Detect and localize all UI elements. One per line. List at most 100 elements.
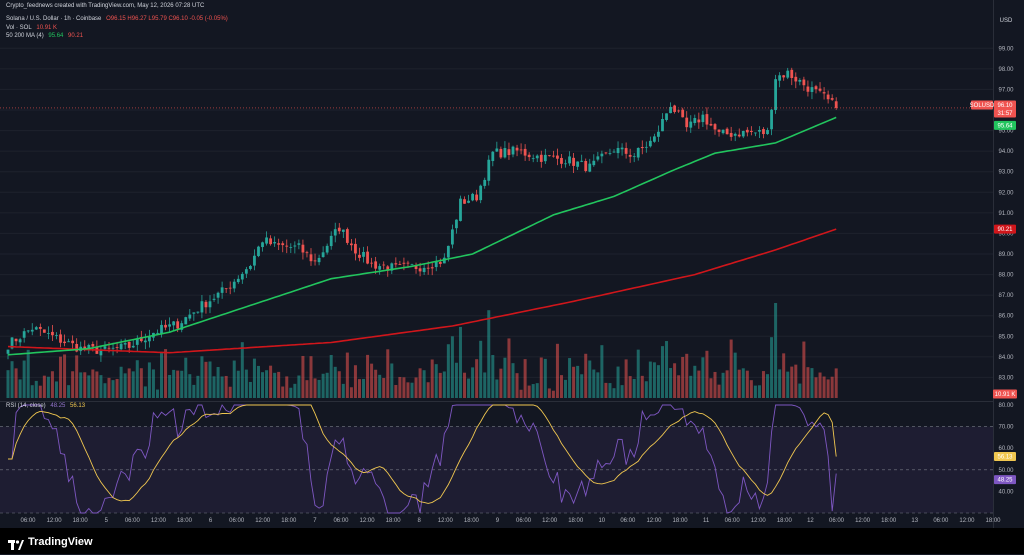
volume-bar: [782, 353, 786, 398]
volume-bar: [454, 362, 458, 398]
time-tick-label: 06:00: [933, 518, 949, 524]
volume-bar: [568, 358, 572, 398]
volume-bar: [176, 370, 180, 398]
candle-body: [612, 151, 616, 153]
time-tick-label: 18:00: [386, 518, 402, 524]
volume-bar: [269, 365, 273, 398]
candle-body: [273, 242, 277, 244]
candle-body: [333, 229, 337, 236]
volume-bar: [729, 339, 733, 398]
volume-bar: [463, 372, 467, 398]
candle-body: [156, 332, 159, 334]
volume-bar: [172, 369, 176, 398]
time-tick-label: 12:00: [360, 518, 376, 524]
volume-bar: [115, 378, 119, 398]
candle-body: [774, 79, 777, 111]
volume-bar: [46, 376, 50, 398]
time-tick-label: 18:00: [777, 518, 793, 524]
footer-bar: TradingView: [0, 528, 1024, 554]
volume-badge: 10.91 K: [993, 389, 1017, 399]
candle-body: [99, 350, 103, 356]
candle-body: [733, 133, 737, 136]
volume-bar: [6, 370, 10, 398]
volume-bar: [160, 352, 164, 398]
candle-body: [244, 269, 248, 274]
volume-bar: [63, 354, 67, 398]
tradingview-logo[interactable]: TradingView: [8, 536, 93, 550]
volume-bar: [604, 382, 608, 398]
volume-bar: [362, 378, 366, 398]
time-tick-label: 06:00: [20, 518, 36, 524]
volume-bar: [551, 390, 555, 398]
candle-body: [556, 155, 559, 159]
candle-body: [523, 148, 527, 156]
candle-body: [459, 198, 462, 221]
candle-body: [216, 292, 220, 298]
volume-bar: [410, 382, 414, 398]
candle-body: [131, 345, 135, 348]
volume-bar: [709, 378, 713, 398]
candle-body: [834, 101, 838, 108]
volume-bar: [434, 364, 438, 398]
candle-body: [51, 331, 54, 336]
symbol-legend[interactable]: Solana / U.S. Dollar · 1h · Coinbase O96…: [6, 16, 231, 22]
volume-bar: [414, 377, 418, 398]
candle-body: [802, 79, 806, 86]
rsi-badge: 48.25: [994, 475, 1016, 485]
volume-bar: [495, 379, 499, 398]
candle-body: [172, 321, 176, 326]
volume-bar: [228, 386, 232, 398]
candle-body: [240, 273, 244, 280]
volume-bar: [220, 376, 224, 398]
volume-label: Vol · SOL: [6, 25, 32, 31]
candle-body: [685, 117, 689, 128]
volume-bar: [293, 383, 297, 398]
candle-body: [580, 160, 584, 162]
price-chart[interactable]: 83.0084.0085.0086.0087.0088.0089.0090.00…: [0, 0, 1024, 528]
rsi-band: [0, 426, 993, 513]
candle-body: [297, 243, 301, 245]
volume-bar: [135, 360, 139, 398]
volume-bar: [786, 371, 790, 398]
ohlc-values: O96.15 H96.27 L95.79 C96.10 -0.05 (-0.05…: [106, 16, 228, 22]
candle-body: [148, 336, 151, 342]
volume-bar: [406, 382, 410, 398]
candle-body: [394, 263, 398, 265]
candle-body: [653, 136, 656, 142]
volume-legend[interactable]: Vol · SOL 10.91 K: [6, 25, 60, 31]
time-tick-label: 13: [911, 518, 918, 524]
candle-body: [455, 219, 458, 229]
volume-bar: [717, 384, 721, 398]
volume-bar: [426, 382, 430, 398]
price-axis-border: [993, 0, 994, 528]
candle-body: [354, 243, 357, 254]
candle-body: [572, 157, 575, 166]
volume-bar: [42, 375, 46, 398]
candle-body: [584, 160, 588, 171]
candle-body: [345, 229, 349, 243]
rsi-legend[interactable]: RSI (14, close) 48.25 56.13: [6, 403, 88, 409]
candle-body: [301, 244, 305, 253]
candle-body: [640, 146, 644, 149]
volume-bar: [357, 379, 361, 398]
volume-bar: [539, 357, 543, 398]
volume-bar: [741, 368, 745, 398]
volume-bar: [701, 357, 705, 398]
volume-bar: [285, 376, 289, 398]
candle-body: [665, 113, 668, 120]
volume-bar: [155, 389, 159, 398]
candle-body: [59, 334, 62, 343]
volume-bar: [559, 375, 563, 398]
volume-bar: [652, 362, 656, 398]
volume-bar: [240, 342, 244, 398]
volume-bar: [216, 367, 220, 398]
ma-legend[interactable]: 50 200 MA (4) 95.64 90.21: [6, 33, 86, 39]
candle-body: [362, 251, 365, 257]
volume-bar: [252, 358, 256, 398]
candle-body: [745, 129, 749, 133]
volume-bar: [329, 354, 333, 398]
volume-bar: [273, 372, 277, 398]
volume-bar: [71, 371, 75, 398]
candle-body: [6, 349, 10, 354]
volume-bar: [382, 378, 386, 398]
